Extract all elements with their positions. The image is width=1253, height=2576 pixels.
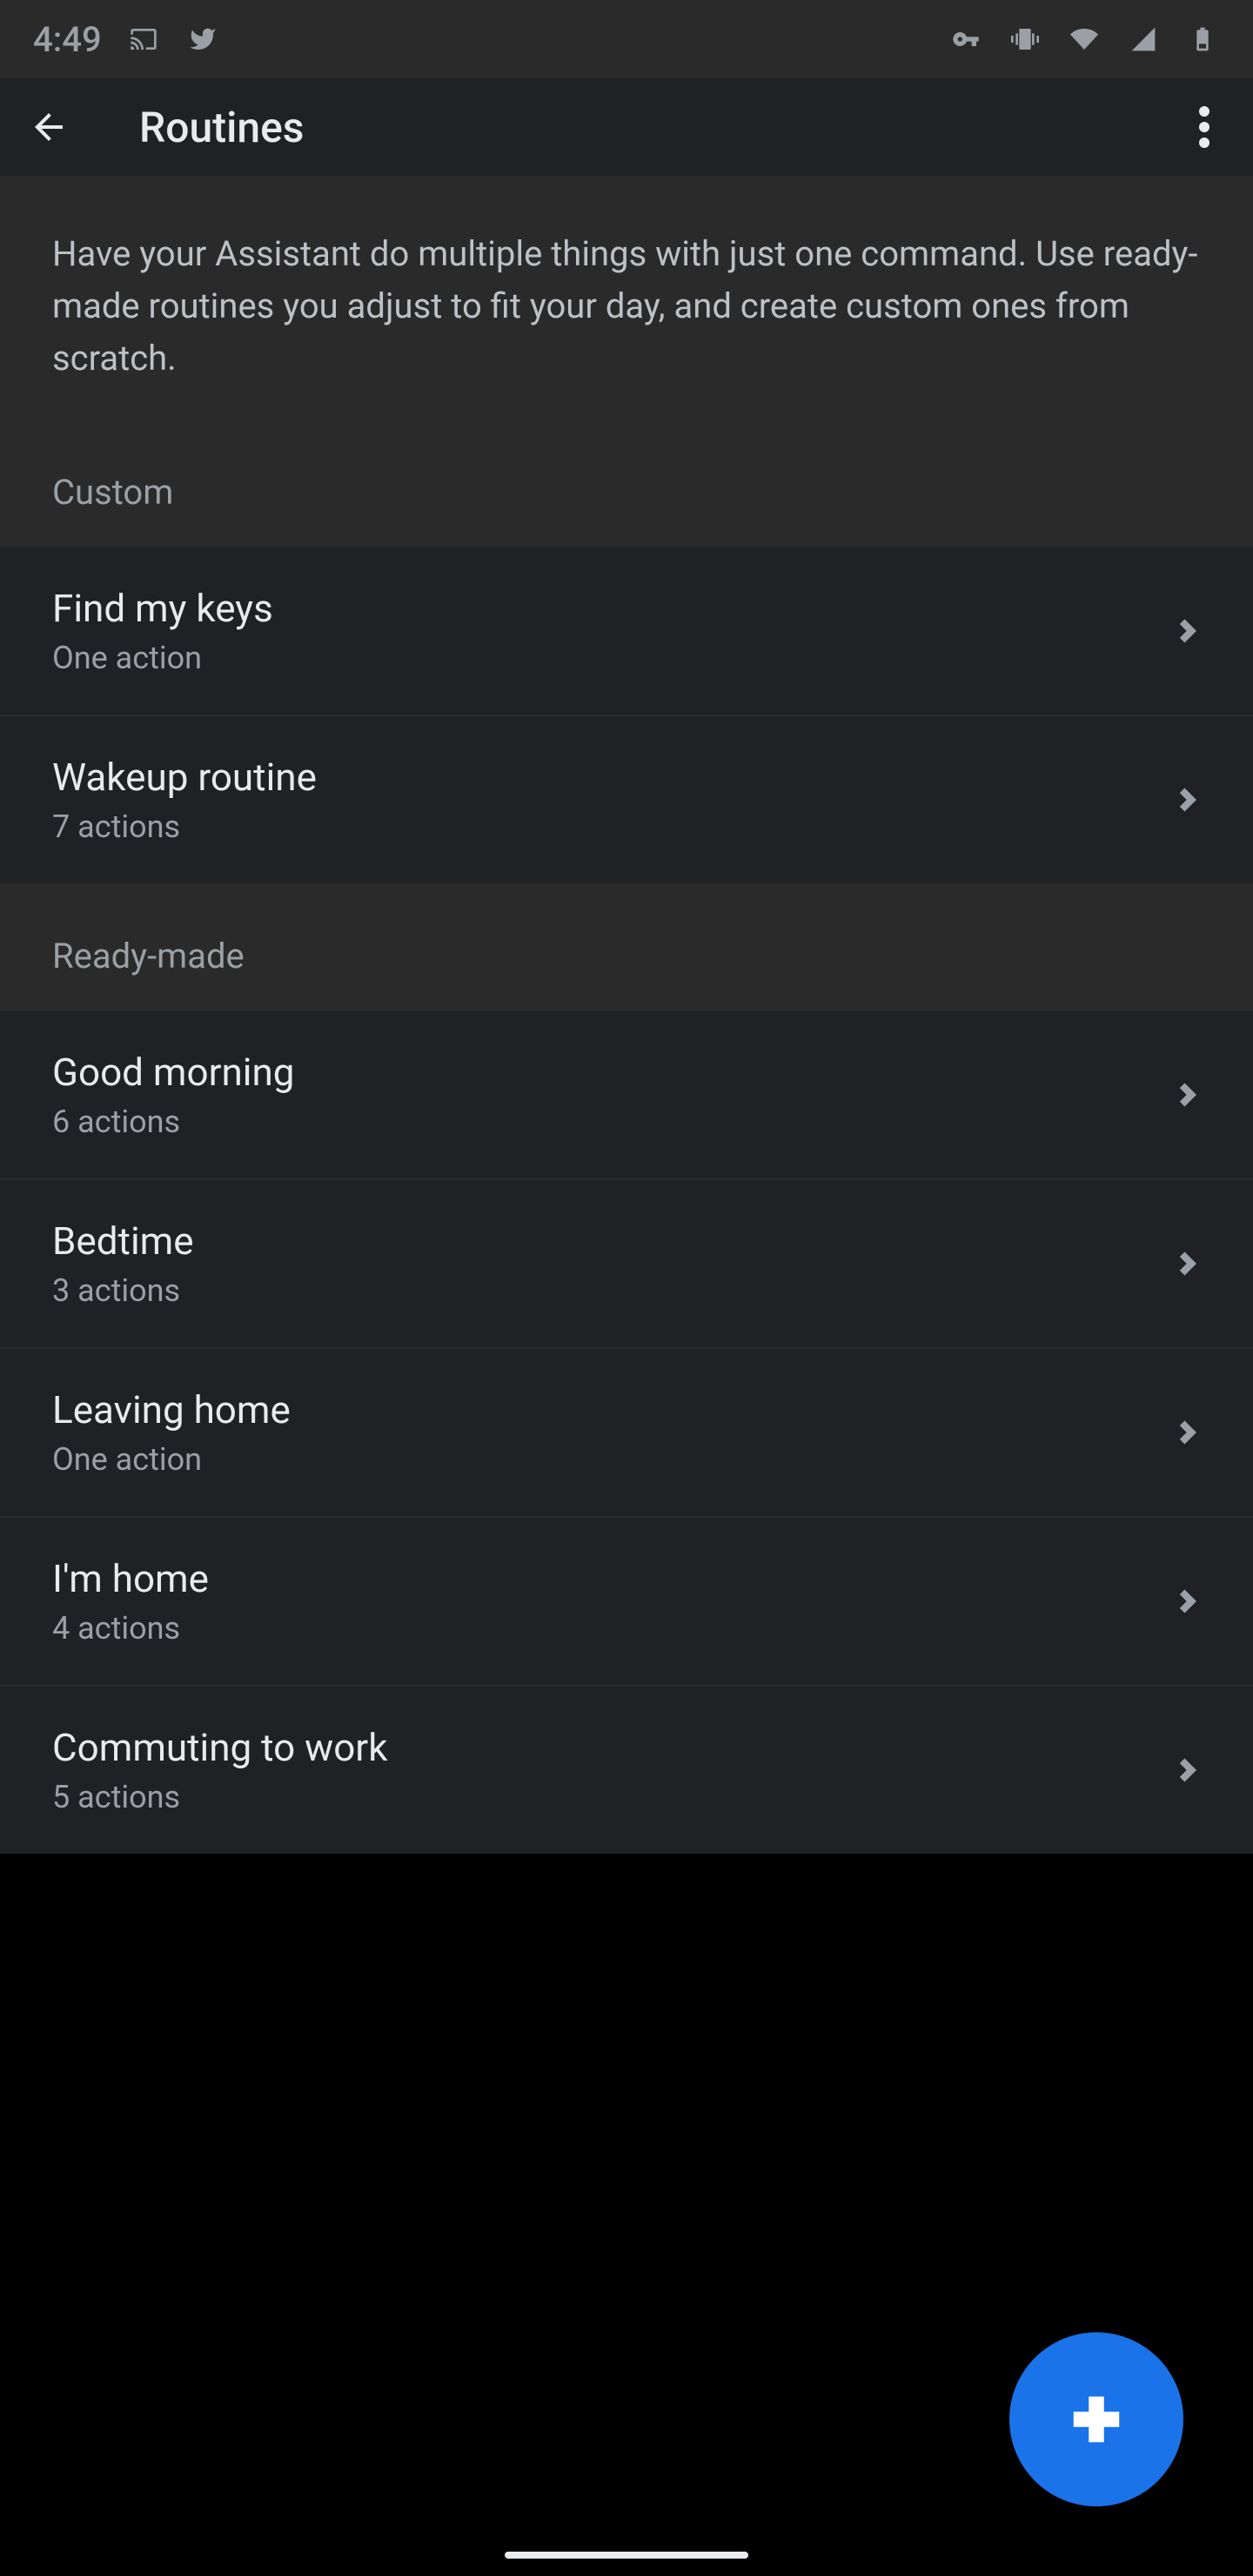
routine-title: Find my keys bbox=[52, 586, 1173, 631]
status-bar: 4:49 bbox=[0, 0, 1253, 78]
section-header-custom: Custom bbox=[0, 419, 1253, 547]
back-button[interactable] bbox=[21, 99, 77, 155]
routine-subtitle: 3 actions bbox=[52, 1272, 1173, 1309]
clock: 4:49 bbox=[33, 19, 102, 60]
routine-row[interactable]: Good morning 6 actions bbox=[0, 1011, 1253, 1180]
routine-row[interactable]: Find my keys One action bbox=[0, 547, 1253, 716]
intro-text: Have your Assistant do multiple things w… bbox=[0, 176, 1253, 419]
ready-list: Good morning 6 actions Bedtime 3 actions… bbox=[0, 1011, 1253, 1854]
chevron-right-icon bbox=[1173, 617, 1201, 645]
section-header-ready: Ready-made bbox=[0, 883, 1253, 1011]
overflow-menu-button[interactable] bbox=[1176, 99, 1232, 155]
routine-row[interactable]: Wakeup routine 7 actions bbox=[0, 716, 1253, 883]
chevron-right-icon bbox=[1173, 1756, 1201, 1784]
routine-subtitle: One action bbox=[52, 1441, 1173, 1478]
chevron-right-icon bbox=[1173, 1419, 1201, 1446]
routine-title: I'm home bbox=[52, 1556, 1173, 1601]
routine-title: Leaving home bbox=[52, 1387, 1173, 1432]
battery-icon bbox=[1185, 25, 1220, 53]
chevron-right-icon bbox=[1173, 1587, 1201, 1615]
routine-title: Commuting to work bbox=[52, 1725, 1173, 1770]
chevron-right-icon bbox=[1173, 786, 1201, 814]
routine-row[interactable]: Leaving home One action bbox=[0, 1349, 1253, 1518]
routine-subtitle: 6 actions bbox=[52, 1104, 1173, 1140]
routine-title: Good morning bbox=[52, 1050, 1173, 1095]
add-routine-fab[interactable] bbox=[1009, 2332, 1183, 2506]
routine-title: Wakeup routine bbox=[52, 755, 1173, 800]
plus-icon bbox=[1066, 2389, 1127, 2450]
page-title: Routines bbox=[139, 103, 305, 152]
cast-icon bbox=[126, 25, 161, 53]
wifi-icon bbox=[1067, 25, 1102, 53]
routine-title: Bedtime bbox=[52, 1218, 1173, 1264]
routine-row[interactable]: Bedtime 3 actions bbox=[0, 1180, 1253, 1349]
twitter-icon bbox=[185, 25, 220, 53]
chevron-right-icon bbox=[1173, 1081, 1201, 1109]
routine-subtitle: 7 actions bbox=[52, 808, 1173, 845]
system-nav-bar bbox=[0, 2534, 1253, 2576]
cell-signal-icon bbox=[1126, 25, 1161, 53]
arrow-back-icon bbox=[28, 106, 70, 148]
nav-handle[interactable] bbox=[505, 2552, 748, 2559]
routine-row[interactable]: I'm home 4 actions bbox=[0, 1518, 1253, 1687]
app-bar: Routines bbox=[0, 78, 1253, 176]
more-vert-icon bbox=[1199, 106, 1209, 148]
routine-subtitle: 4 actions bbox=[52, 1610, 1173, 1647]
vpn-key-icon bbox=[948, 25, 983, 53]
routine-subtitle: 5 actions bbox=[52, 1779, 1173, 1815]
custom-list: Find my keys One action Wakeup routine 7… bbox=[0, 547, 1253, 883]
vibrate-icon bbox=[1008, 25, 1042, 53]
routine-row[interactable]: Commuting to work 5 actions bbox=[0, 1687, 1253, 1854]
routine-subtitle: One action bbox=[52, 640, 1173, 676]
chevron-right-icon bbox=[1173, 1250, 1201, 1278]
